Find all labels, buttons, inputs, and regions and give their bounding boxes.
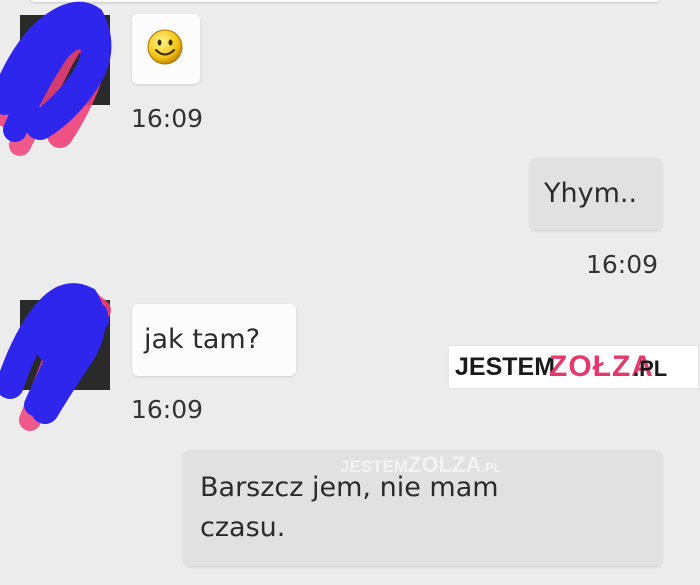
smiley-emoji-icon [147, 29, 183, 65]
message-timestamp: 16:09 [131, 104, 204, 133]
watermark-text-part1: JESTEM [455, 353, 556, 381]
incoming-message-bubble[interactable] [132, 14, 200, 84]
censor-scribble [0, 283, 111, 431]
incoming-message-bubble[interactable]: jak tam? [132, 304, 296, 376]
outgoing-message-bubble[interactable]: Yhym.. [530, 158, 662, 230]
message-timestamp: 16:09 [131, 395, 204, 424]
previous-message-bubble-edge [30, 0, 660, 2]
message-text: jak tam? [144, 324, 261, 355]
contact-avatar[interactable] [0, 1, 112, 156]
message-text: Yhym.. [544, 178, 638, 209]
site-watermark-logo: JESTEM ZOŁZA .PL [449, 346, 698, 388]
message-timestamp: 16:09 [586, 250, 659, 279]
message-text-line2: czasu. [200, 512, 286, 543]
watermark-text-part3: .PL [633, 356, 668, 381]
faint-watermark: JESTEMZOLZA.PL [340, 452, 502, 477]
censor-scribble [0, 1, 112, 156]
contact-avatar[interactable] [0, 283, 111, 431]
